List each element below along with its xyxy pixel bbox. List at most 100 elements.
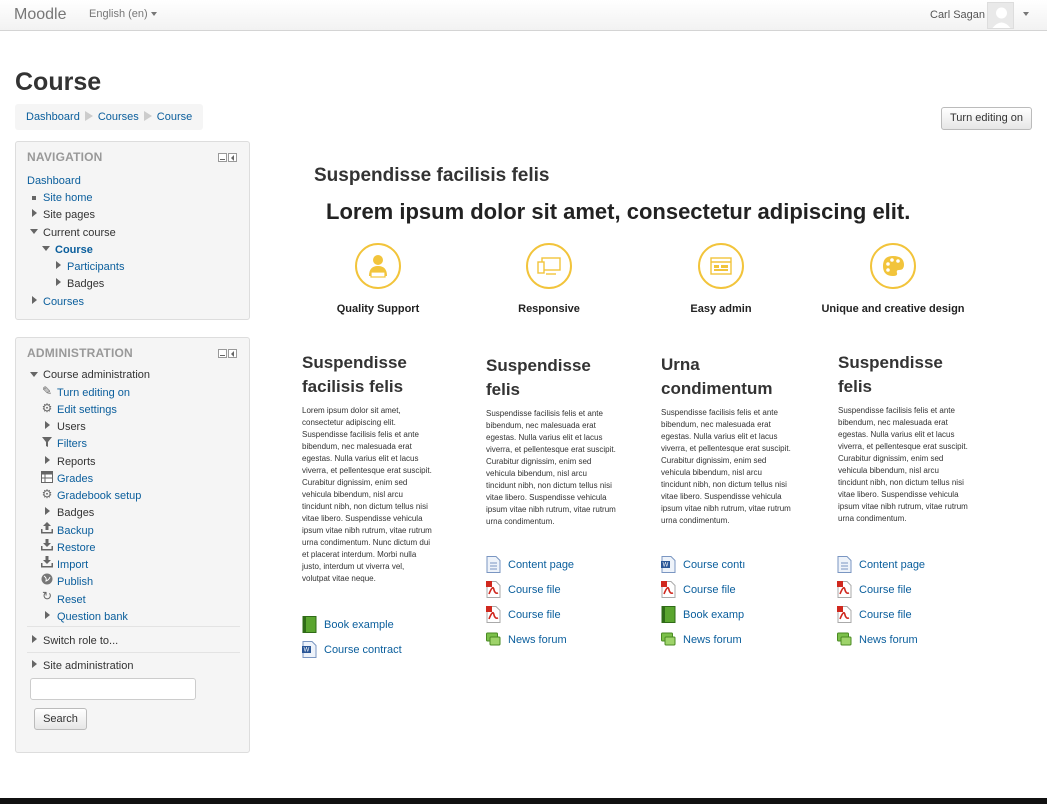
admin-filters[interactable]: Filters bbox=[57, 437, 87, 451]
page-icon bbox=[837, 556, 852, 573]
resource-label: Course contı bbox=[683, 559, 746, 571]
nav-badges[interactable]: Badges bbox=[67, 277, 104, 291]
feature-item: Easy admin bbox=[646, 243, 796, 315]
language-menu[interactable]: English (en) bbox=[89, 8, 157, 20]
resource-label: Course file bbox=[859, 609, 912, 621]
devices-icon bbox=[526, 243, 572, 289]
user-name[interactable]: Carl Sagan bbox=[930, 9, 985, 21]
breadcrumb: Dashboard Courses Course bbox=[15, 104, 204, 130]
pdf-icon bbox=[661, 581, 676, 598]
pdf-icon bbox=[837, 581, 852, 598]
content-column: Suspendisse felis Suspendisse facilisis … bbox=[838, 351, 970, 525]
expand-arrow-icon[interactable] bbox=[45, 421, 50, 429]
page-title: Course bbox=[15, 68, 102, 96]
admin-badges[interactable]: Badges bbox=[57, 506, 94, 520]
admin-turn-editing-on[interactable]: Turn editing on bbox=[57, 386, 130, 400]
breadcrumb-course[interactable]: Course bbox=[157, 111, 192, 123]
upload-icon bbox=[41, 522, 53, 534]
resource-label: News forum bbox=[683, 634, 742, 646]
admin-backup[interactable]: Backup bbox=[57, 524, 94, 538]
resource-label: Book example bbox=[324, 619, 394, 631]
minimize-icon[interactable] bbox=[218, 153, 227, 162]
user-menu-chevron-icon[interactable] bbox=[1023, 12, 1029, 16]
chevron-down-icon bbox=[150, 12, 157, 17]
expand-arrow-icon[interactable] bbox=[32, 660, 37, 668]
expand-arrow-icon[interactable] bbox=[32, 296, 37, 304]
minimize-icon[interactable] bbox=[218, 349, 227, 358]
import-icon bbox=[41, 556, 53, 568]
nav-site-home[interactable]: Site home bbox=[43, 191, 93, 205]
column-title: felis bbox=[838, 377, 873, 396]
feature-label: Responsive bbox=[518, 303, 580, 315]
resource-label: Course contract bbox=[324, 644, 402, 656]
breadcrumb-dashboard[interactable]: Dashboard bbox=[26, 111, 80, 123]
admin-users[interactable]: Users bbox=[57, 420, 86, 434]
expand-arrow-icon[interactable] bbox=[45, 456, 50, 464]
resource-label: Course file bbox=[508, 609, 561, 621]
brand-logo[interactable]: Moodle bbox=[14, 6, 66, 24]
breadcrumb-separator-icon bbox=[84, 111, 93, 121]
administration-header: ADMINISTRATION bbox=[27, 346, 133, 360]
expand-arrow-icon[interactable] bbox=[32, 635, 37, 643]
column-title: Suspendisse bbox=[838, 353, 943, 372]
turn-editing-on-button[interactable]: Turn editing on bbox=[941, 107, 1032, 130]
content-column: Suspendisse facilisis felis Lorem ipsum … bbox=[302, 351, 434, 585]
admin-reset[interactable]: Reset bbox=[57, 593, 86, 607]
nav-courses[interactable]: Courses bbox=[43, 295, 84, 309]
resource-label: News forum bbox=[859, 634, 918, 646]
expand-arrow-icon[interactable] bbox=[56, 261, 61, 269]
divider bbox=[27, 652, 240, 653]
user-silhouette-icon bbox=[988, 3, 1013, 28]
admin-publish[interactable]: Publish bbox=[57, 575, 93, 589]
admin-edit-settings[interactable]: Edit settings bbox=[57, 403, 117, 417]
dock-icon[interactable] bbox=[228, 153, 237, 162]
column-text: Suspendisse facilisis felis et ante bibe… bbox=[661, 408, 791, 525]
admin-course-administration[interactable]: Course administration bbox=[43, 368, 150, 382]
breadcrumb-separator-icon bbox=[143, 111, 152, 121]
search-button[interactable]: Search bbox=[34, 708, 87, 730]
admin-reports[interactable]: Reports bbox=[57, 455, 96, 469]
gear-icon: ⚙ bbox=[41, 401, 53, 415]
svg-text:W: W bbox=[304, 648, 310, 654]
section-subtitle: Suspendisse facilisis felis bbox=[314, 165, 550, 186]
page-icon bbox=[486, 556, 501, 573]
admin-import[interactable]: Import bbox=[57, 558, 88, 572]
admin-panel-icon bbox=[698, 243, 744, 289]
nav-participants[interactable]: Participants bbox=[67, 260, 124, 274]
collapse-arrow-icon[interactable] bbox=[30, 229, 38, 234]
forum-icon bbox=[661, 632, 676, 646]
expand-arrow-icon[interactable] bbox=[56, 278, 61, 286]
admin-grades[interactable]: Grades bbox=[57, 472, 93, 486]
admin-search-input[interactable] bbox=[30, 678, 196, 700]
column-title: condimentum bbox=[661, 379, 773, 398]
nav-dashboard[interactable]: Dashboard bbox=[27, 174, 81, 188]
expand-arrow-icon[interactable] bbox=[45, 611, 50, 619]
word-document-icon: W bbox=[661, 556, 676, 573]
nav-site-pages[interactable]: Site pages bbox=[43, 208, 95, 222]
expand-arrow-icon[interactable] bbox=[45, 507, 50, 515]
feature-item: Responsive bbox=[474, 243, 624, 315]
admin-site-administration[interactable]: Site administration bbox=[43, 659, 134, 673]
feature-item: Quality Support bbox=[303, 243, 453, 315]
resource-label: Course file bbox=[683, 584, 736, 596]
admin-question-bank[interactable]: Question bank bbox=[57, 610, 128, 624]
admin-switch-role[interactable]: Switch role to... bbox=[43, 634, 118, 648]
avatar[interactable] bbox=[987, 2, 1014, 29]
collapse-arrow-icon[interactable] bbox=[30, 372, 38, 377]
collapse-arrow-icon[interactable] bbox=[42, 246, 50, 251]
column-text: Suspendisse facilisis felis et ante bibe… bbox=[486, 409, 616, 526]
grades-table-icon bbox=[41, 471, 53, 483]
nav-course[interactable]: Course bbox=[55, 243, 93, 257]
bottom-bar bbox=[0, 798, 1047, 804]
palette-icon bbox=[870, 243, 916, 289]
pdf-icon bbox=[486, 581, 501, 598]
breadcrumb-courses[interactable]: Courses bbox=[98, 111, 139, 123]
dock-icon[interactable] bbox=[228, 349, 237, 358]
navigation-block: NAVIGATION Dashboard Site home Site page… bbox=[15, 141, 250, 320]
admin-restore[interactable]: Restore bbox=[57, 541, 96, 555]
administration-block: ADMINISTRATION Course administration ✎ T… bbox=[15, 337, 250, 753]
nav-current-course[interactable]: Current course bbox=[43, 226, 116, 240]
svg-text:W: W bbox=[663, 563, 669, 569]
expand-arrow-icon[interactable] bbox=[32, 209, 37, 217]
admin-gradebook-setup[interactable]: Gradebook setup bbox=[57, 489, 141, 503]
